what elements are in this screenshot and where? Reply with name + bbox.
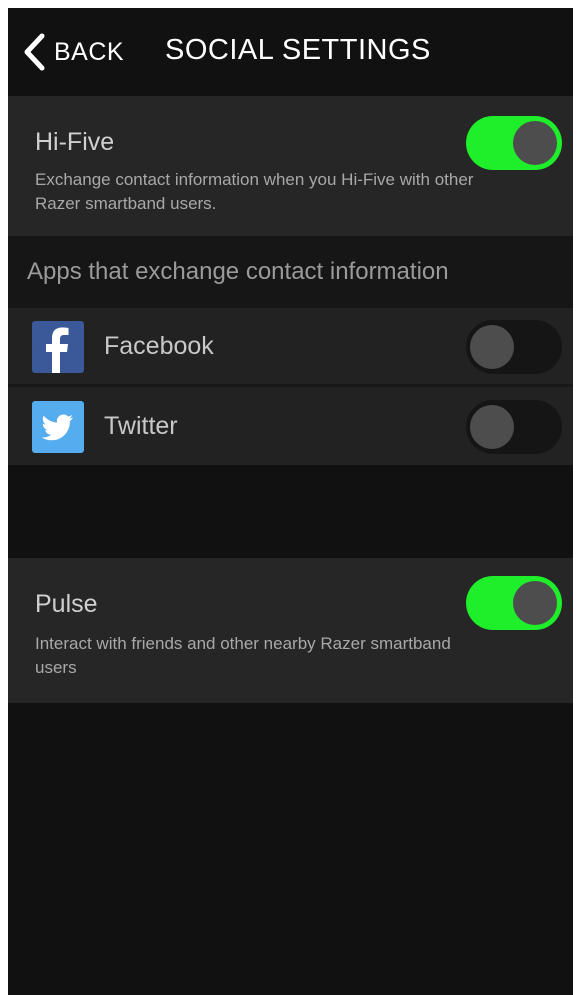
app-row-twitter: Twitter — [8, 387, 573, 465]
apps-section-title: Apps that exchange contact information — [27, 258, 449, 285]
page-title: SOCIAL SETTINGS — [165, 34, 431, 66]
pulse-toggle[interactable] — [466, 576, 562, 630]
toggle-knob — [470, 405, 514, 449]
facebook-icon — [32, 321, 84, 373]
apps-section-header: Apps that exchange contact information — [8, 236, 573, 308]
back-button[interactable]: BACK — [22, 32, 124, 72]
pulse-title: Pulse — [35, 590, 98, 618]
chevron-left-icon — [24, 33, 45, 71]
toggle-knob — [513, 121, 557, 165]
pulse-setting: Pulse Interact with friends and other ne… — [8, 558, 573, 703]
app-label-facebook: Facebook — [104, 332, 214, 360]
hifive-title: Hi-Five — [35, 128, 115, 156]
phone-screen: BACK SOCIAL SETTINGS Hi-Five Exchange co… — [8, 8, 573, 995]
twitter-icon — [32, 401, 84, 453]
hifive-toggle[interactable] — [466, 116, 562, 170]
pulse-description: Interact with friends and other nearby R… — [35, 634, 451, 677]
hifive-setting: Hi-Five Exchange contact information whe… — [8, 96, 573, 236]
back-label: BACK — [54, 37, 125, 66]
facebook-toggle[interactable] — [466, 320, 562, 374]
app-label-twitter: Twitter — [104, 412, 178, 440]
hifive-description: Exchange contact information when you Hi… — [35, 170, 474, 213]
toggle-knob — [513, 581, 557, 625]
navigation-bar: BACK SOCIAL SETTINGS — [8, 8, 573, 96]
twitter-toggle[interactable] — [466, 400, 562, 454]
toggle-knob — [470, 325, 514, 369]
app-row-facebook: Facebook — [8, 308, 573, 384]
